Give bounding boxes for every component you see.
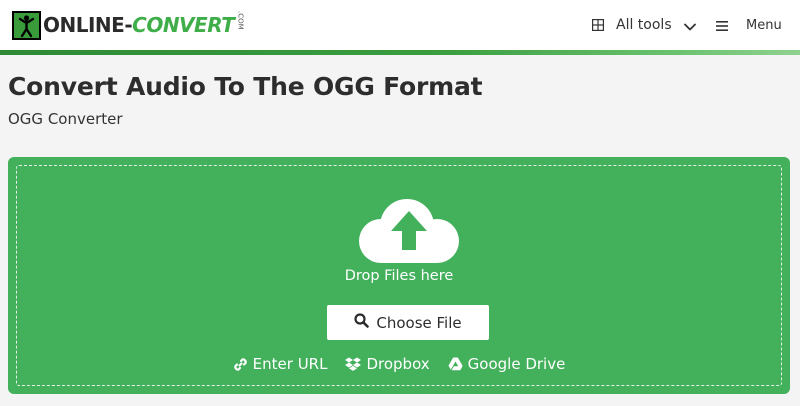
site-header: ONLINE- CONVERT .COM All tools Menu (0, 0, 800, 50)
dropbox-label: Dropbox (366, 355, 430, 373)
all-tools-dropdown[interactable]: All tools (592, 15, 696, 35)
google-drive-label: Google Drive (467, 355, 566, 373)
drop-files-text: Drop Files here (344, 268, 454, 284)
page-subtitle: OGG Converter (8, 110, 123, 128)
menu-button[interactable]: Menu (716, 15, 782, 35)
file-drop-area[interactable]: Drop Files here Choose File Enter URL Dr… (8, 157, 790, 394)
enter-url-label: Enter URL (252, 355, 328, 373)
enter-url-button[interactable]: Enter URL (233, 355, 328, 373)
grid-icon (592, 16, 605, 35)
menu-label: Menu (746, 17, 782, 33)
logo-wordmark: ONLINE- CONVERT .COM (43, 11, 245, 37)
all-tools-label: All tools (616, 17, 672, 33)
site-logo[interactable]: ONLINE- CONVERT .COM (12, 9, 244, 41)
choose-file-button[interactable]: Choose File (327, 305, 489, 340)
choose-file-label: Choose File (376, 313, 462, 332)
google-drive-button[interactable]: Google Drive (448, 355, 566, 373)
logo-text-convert: CONVERT (132, 13, 235, 37)
logo-text-com: .COM (236, 11, 245, 30)
hamburger-icon (716, 16, 728, 35)
dropbox-button[interactable]: Dropbox (345, 355, 430, 373)
search-icon (354, 313, 370, 332)
page-title: Convert Audio To The OGG Format (8, 72, 483, 101)
header-accent-stripe (0, 50, 800, 55)
link-icon (233, 357, 248, 372)
logo-text-online: ONLINE- (43, 13, 133, 37)
logo-icon (12, 10, 41, 40)
google-drive-icon (448, 357, 463, 371)
chevron-down-icon (683, 16, 696, 35)
cloud-upload-icon (357, 193, 461, 265)
drop-zone-border: Drop Files here Choose File Enter URL Dr… (16, 165, 782, 386)
upload-sources: Enter URL Dropbox Google Drive (17, 355, 781, 373)
dropbox-icon (345, 357, 362, 372)
